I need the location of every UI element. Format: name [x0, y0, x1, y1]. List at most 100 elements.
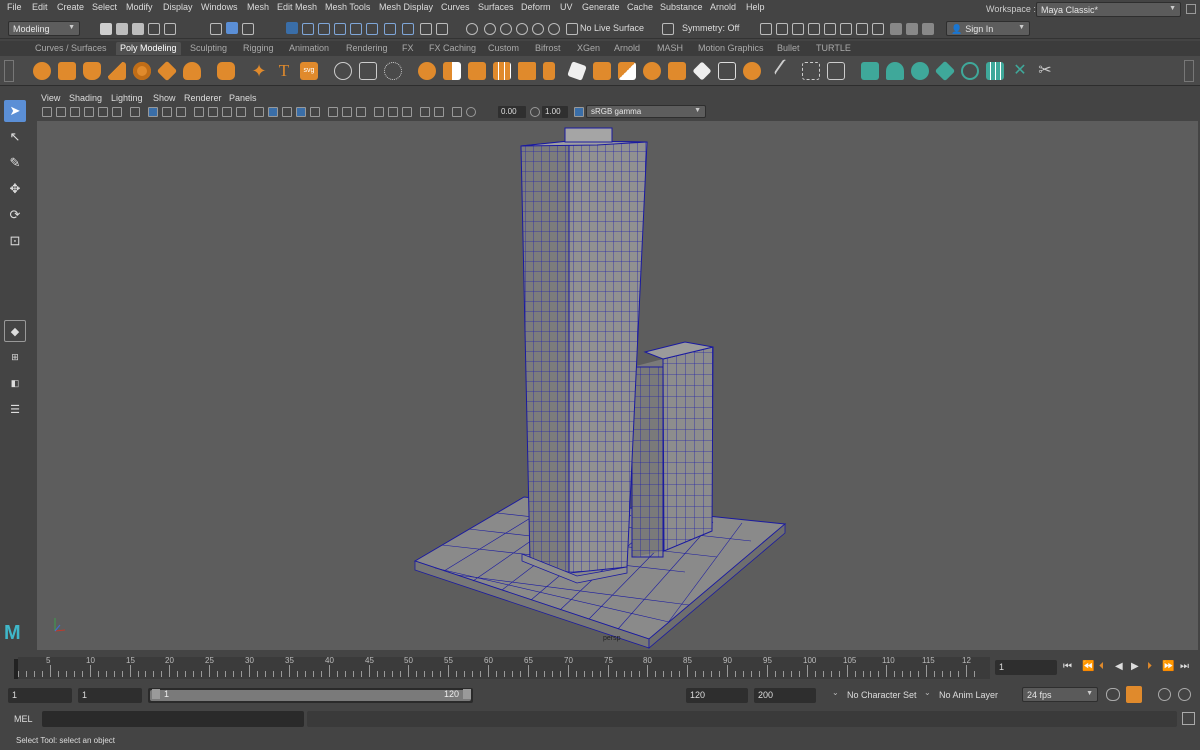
shelf-tab-curves-surfaces[interactable]: Curves / Surfaces: [35, 43, 107, 53]
shelf-options-icon[interactable]: [4, 60, 14, 82]
snap-point-icon[interactable]: [318, 23, 330, 35]
multisample-aa-icon[interactable]: [356, 107, 366, 117]
command-input[interactable]: [42, 711, 304, 727]
menu-cache[interactable]: Cache: [627, 2, 653, 12]
menu-generate[interactable]: Generate: [582, 2, 620, 12]
time-slider[interactable]: 5 10 15 20 25 30 35 40 45 50 55 60 65 70 75 80 85 90 95 100…: [18, 656, 990, 679]
color-space-dropdown[interactable]: sRGB gamma ▼: [586, 105, 706, 118]
select-tool-icon[interactable]: [436, 23, 448, 35]
ipr-render-icon[interactable]: [792, 23, 804, 35]
menu-edit-mesh[interactable]: Edit Mesh: [277, 2, 317, 12]
move-tool-icon[interactable]: ✥: [4, 178, 26, 200]
wireframe-icon[interactable]: [236, 107, 246, 117]
2d-pan-zoom-icon[interactable]: [98, 107, 108, 117]
select-component-icon[interactable]: [242, 23, 254, 35]
loop-icon[interactable]: [1106, 688, 1120, 701]
menu-curves[interactable]: Curves: [441, 2, 470, 12]
shelf-scroll-icon[interactable]: [1184, 60, 1194, 82]
exposure-field[interactable]: 0.00: [498, 106, 526, 118]
edge-loop-icon[interactable]: [802, 62, 820, 80]
playback-start-field[interactable]: 1: [78, 688, 142, 703]
shelf-tab-turtle[interactable]: TURTLE: [816, 43, 851, 53]
shelf-tab-mash[interactable]: MASH: [657, 43, 683, 53]
poly-cone-icon[interactable]: [108, 62, 126, 80]
animation-start-field[interactable]: 1: [8, 688, 72, 703]
layout-toolbox-icon[interactable]: [906, 23, 918, 35]
scale-tool-icon[interactable]: ⊡: [4, 230, 26, 252]
range-slider[interactable]: 1 120: [148, 688, 473, 703]
super-shape-icon[interactable]: ✦: [250, 62, 268, 80]
shelf-tab-bifrost[interactable]: Bifrost: [535, 43, 561, 53]
xray-components-icon[interactable]: [434, 107, 444, 117]
open-scene-icon[interactable]: [116, 23, 128, 35]
camera-attributes-icon[interactable]: [56, 107, 66, 117]
menu-surfaces[interactable]: Surfaces: [478, 2, 514, 12]
range-slider-handle[interactable]: [150, 690, 471, 701]
bookmarks-icon[interactable]: [70, 107, 80, 117]
poly-cube-icon[interactable]: [58, 62, 76, 80]
resolution-gate-icon[interactable]: [162, 107, 172, 117]
outliner-icon[interactable]: ☰: [4, 398, 26, 420]
uv-cut-icon[interactable]: ✂: [1036, 62, 1054, 80]
isolate-select-icon[interactable]: [388, 107, 398, 117]
shelf-tab-fx-caching[interactable]: FX Caching: [429, 43, 476, 53]
panel-menu-panels[interactable]: Panels: [229, 93, 257, 103]
history-icon[interactable]: [466, 23, 478, 35]
snap-curve-icon[interactable]: [302, 23, 314, 35]
light-editor-icon[interactable]: [856, 23, 868, 35]
collapse-icon[interactable]: [718, 62, 736, 80]
menu-uv[interactable]: UV: [560, 2, 573, 12]
snap-view-plane-icon[interactable]: [334, 23, 346, 35]
uv-sew-icon[interactable]: ✕: [1011, 62, 1029, 80]
live-surface-icon[interactable]: [566, 23, 578, 35]
grid-icon[interactable]: [130, 107, 140, 117]
menu-mesh-display[interactable]: Mesh Display: [379, 2, 433, 12]
mesh-cleanup-icon[interactable]: [359, 62, 377, 80]
layout-modeling-icon[interactable]: [890, 23, 902, 35]
go-to-end-icon[interactable]: ⏭: [1180, 661, 1189, 672]
planar-uv-icon[interactable]: [861, 62, 879, 80]
select-camera-icon[interactable]: [42, 107, 52, 117]
menu-select[interactable]: Select: [92, 2, 117, 12]
menu-substance[interactable]: Substance: [660, 2, 703, 12]
paint-select-icon[interactable]: ✎: [4, 152, 26, 174]
gamma-icon[interactable]: [466, 107, 476, 117]
magnet-icon[interactable]: [532, 23, 544, 35]
use-all-lights-icon[interactable]: [296, 107, 306, 117]
animation-end-field[interactable]: 200: [754, 688, 816, 703]
boolean-icon[interactable]: [518, 62, 536, 80]
auto-key-icon[interactable]: [1126, 686, 1142, 703]
view-transform-icon[interactable]: [574, 107, 584, 117]
input-ops-icon[interactable]: [484, 23, 496, 35]
smooth-icon[interactable]: [384, 62, 402, 80]
rotate-tool-icon[interactable]: ⟳: [4, 204, 26, 226]
go-to-start-icon[interactable]: ⏮: [1063, 661, 1072, 672]
select-hierarchy-icon[interactable]: [210, 23, 222, 35]
layout-attribute-icon[interactable]: [922, 23, 934, 35]
shelf-tab-arnold[interactable]: Arnold: [614, 43, 640, 53]
render-setup-icon[interactable]: [840, 23, 852, 35]
shelf-tab-poly-modeling[interactable]: Poly Modeling: [116, 42, 181, 55]
smooth-shade-icon[interactable]: [254, 107, 264, 117]
snap-together-icon[interactable]: [384, 23, 396, 35]
xray-icon[interactable]: [402, 107, 412, 117]
snap-live-icon[interactable]: [350, 23, 362, 35]
current-frame-field[interactable]: 1: [995, 660, 1057, 675]
menu-modify[interactable]: Modify: [126, 2, 153, 12]
bridge-icon[interactable]: [593, 62, 611, 80]
fps-dropdown[interactable]: 24 fps ▼: [1022, 687, 1098, 702]
field-chart-icon[interactable]: [194, 107, 204, 117]
append-polygon-icon[interactable]: [692, 61, 712, 81]
single-perspective-view-icon[interactable]: ◆: [4, 320, 26, 342]
shelf-tab-animation[interactable]: Animation: [289, 43, 329, 53]
four-view-layout-icon[interactable]: ⊞: [4, 346, 26, 368]
snap-relative-icon[interactable]: [548, 23, 560, 35]
safe-action-icon[interactable]: [208, 107, 218, 117]
grease-pencil-icon[interactable]: [112, 107, 122, 117]
menu-edit[interactable]: Edit: [32, 2, 48, 12]
step-back-key-icon[interactable]: ⏴: [1099, 661, 1104, 672]
extrude-icon[interactable]: [643, 62, 661, 80]
cylindrical-uv-icon[interactable]: [886, 62, 904, 80]
sign-in-dropdown[interactable]: 👤 Sign In ▼: [946, 21, 1030, 36]
wireframe-on-shaded-icon[interactable]: [268, 107, 278, 117]
